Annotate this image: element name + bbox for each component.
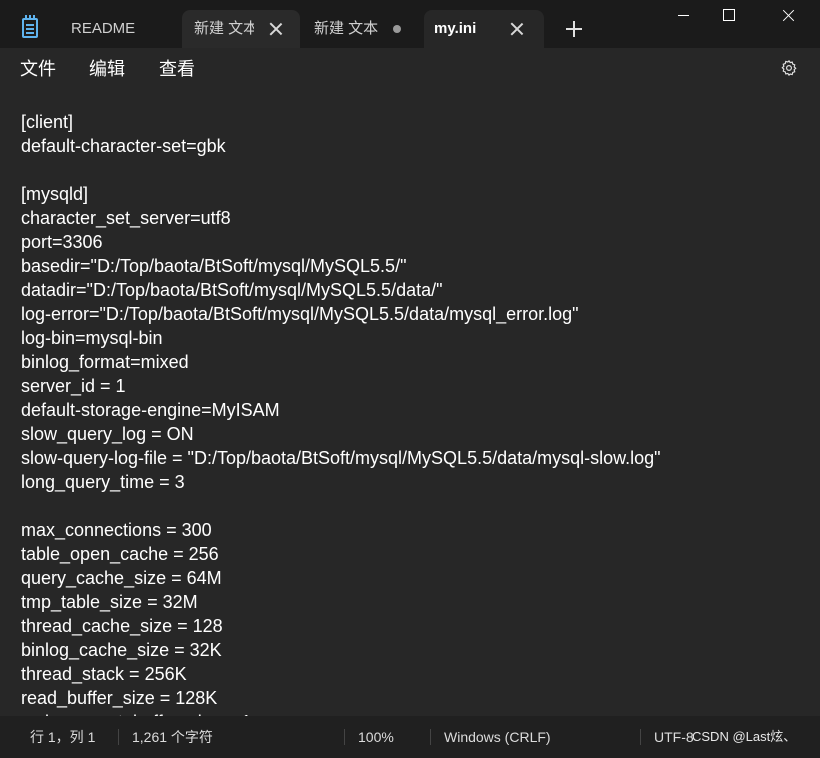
- watermark: CSDN @Last炫、: [692, 729, 797, 744]
- editor-line: basedir="D:/Top/baota/BtSoft/mysql/MySQL…: [21, 256, 407, 276]
- character-count: 1,261 个字符: [132, 729, 213, 745]
- gear-icon[interactable]: [780, 59, 798, 77]
- editor-line: thread_stack = 256K: [21, 664, 187, 684]
- editor-line: thread_cache_size = 128: [21, 616, 223, 636]
- tab-readme[interactable]: README: [58, 10, 178, 48]
- editor-line: read_buffer_size = 128K: [21, 688, 218, 708]
- editor-line: binlog_cache_size = 32K: [21, 640, 222, 660]
- menu-file[interactable]: 文件: [20, 48, 56, 90]
- maximize-button[interactable]: [706, 0, 752, 32]
- status-divider: [118, 729, 119, 745]
- plus-icon[interactable]: [564, 19, 584, 39]
- editor-line: port=3306: [21, 232, 103, 252]
- status-divider: [640, 729, 641, 745]
- editor-line: server_id = 1: [21, 376, 126, 396]
- tab-new-text-document[interactable]: 新建 文本文档: [182, 10, 300, 48]
- minimize-button[interactable]: [660, 0, 706, 32]
- editor-line: max_connections = 300: [21, 520, 212, 540]
- tab-label: my.ini: [434, 20, 477, 37]
- unsaved-dot-icon: [393, 25, 401, 33]
- tab-label: 新建 文本: [314, 20, 379, 37]
- tab-label: README: [71, 20, 136, 37]
- editor-line: log-bin=mysql-bin: [21, 328, 163, 348]
- editor-line: long_query_time = 3: [21, 472, 185, 492]
- tab-my-ini[interactable]: my.ini: [424, 10, 544, 48]
- editor-content[interactable]: [client] default-character-set=gbk [mysqld…: [21, 110, 661, 716]
- editor-line: [mysqld]: [21, 184, 89, 204]
- status-divider: [344, 729, 345, 745]
- zoom-level[interactable]: 100%: [358, 716, 394, 758]
- editor-line: slow_query_log = ON: [21, 424, 194, 444]
- encoding[interactable]: UTF-8: [654, 716, 694, 758]
- line-ending[interactable]: Windows (CRLF): [444, 716, 551, 758]
- close-icon[interactable]: [268, 21, 284, 37]
- editor-line: character_set_server=utf8: [21, 208, 231, 228]
- tab-label: 新建 文本文档: [194, 20, 254, 37]
- editor-line: table_open_cache = 256: [21, 544, 219, 564]
- editor-line: datadir="D:/Top/baota/BtSoft/mysql/MySQL…: [21, 280, 443, 300]
- menu-view[interactable]: 查看: [159, 48, 195, 90]
- cursor-position: 行 1，列 1: [30, 729, 96, 745]
- status-bar: 行 1，列 1 1,261 个字符 100% Windows (CRLF) UT…: [0, 716, 820, 758]
- editor-line: default-character-set=gbk: [21, 136, 226, 156]
- menu-edit[interactable]: 编辑: [89, 48, 125, 90]
- notepad-icon: [22, 15, 38, 38]
- editor-line: slow-query-log-file = "D:/Top/baota/BtSo…: [21, 448, 661, 468]
- editor-line: log-error="D:/Top/baota/BtSoft/mysql/MyS…: [21, 304, 579, 324]
- title-bar: README 新建 文本文档 新建 文本 my.ini: [0, 0, 820, 48]
- editor-line: default-storage-engine=MyISAM: [21, 400, 280, 420]
- window-close-button[interactable]: [760, 0, 806, 32]
- editor-line: binlog_format=mixed: [21, 352, 189, 372]
- editor-line: tmp_table_size = 32M: [21, 592, 198, 612]
- menu-bar: 文件 编辑 查看: [0, 48, 820, 90]
- tab-new-text[interactable]: 新建 文本: [302, 10, 422, 48]
- editor-line: [client]: [21, 112, 74, 132]
- editor-line: query_cache_size = 64M: [21, 568, 222, 588]
- status-divider: [430, 729, 431, 745]
- text-editor[interactable]: [client] default-character-set=gbk [mysqld…: [0, 90, 820, 716]
- close-icon[interactable]: [509, 21, 525, 37]
